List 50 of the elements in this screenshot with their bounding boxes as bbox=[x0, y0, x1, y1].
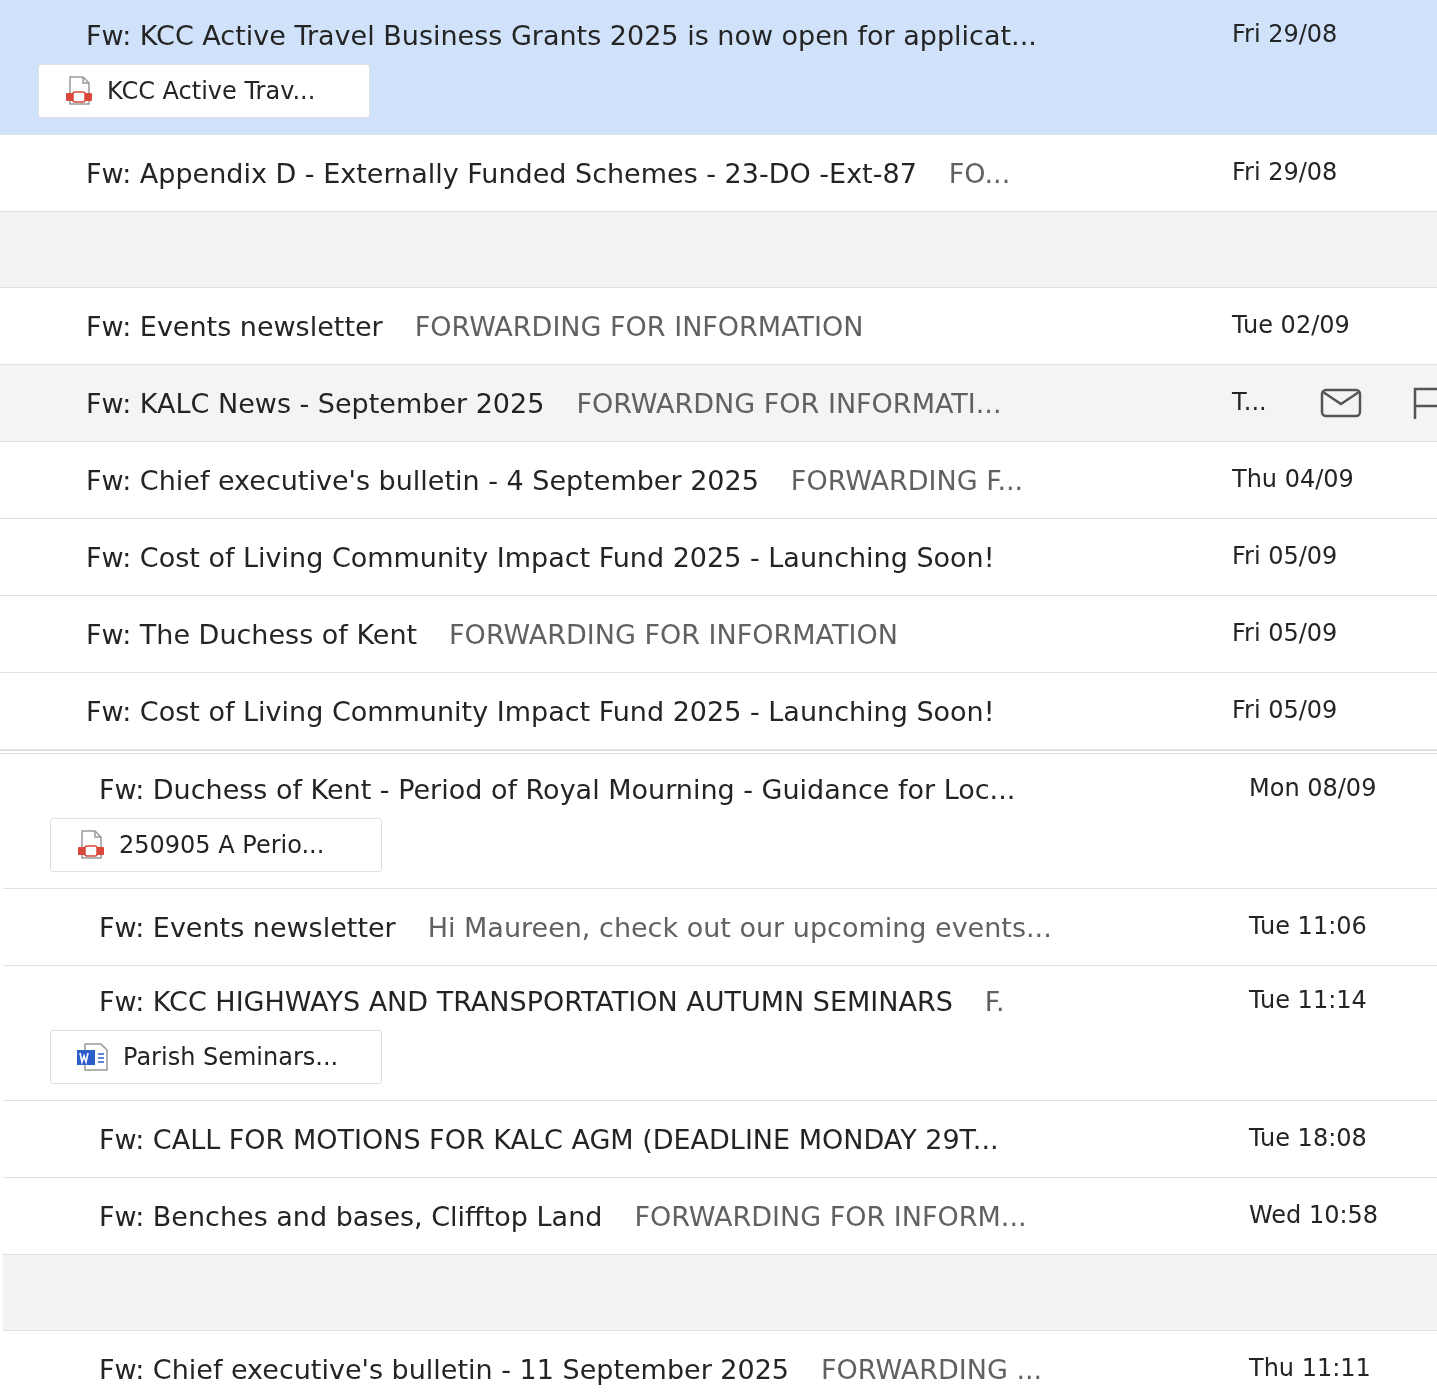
message-date: Wed 10:58 bbox=[1249, 1200, 1379, 1232]
attachment-chip[interactable]: Parish Seminars... bbox=[50, 1030, 382, 1084]
message-subject: Fw: Duchess of Kent - Period of Royal Mourning - Guidance for Loc... bbox=[99, 773, 1016, 805]
pdf-file-icon bbox=[75, 829, 107, 861]
message-preview: Hi Maureen, check out our upcoming events... bbox=[427, 911, 1052, 943]
message-preview: FORWARDING FOR INFORM... bbox=[634, 1200, 1027, 1232]
message-subject: Fw: KCC HIGHWAYS AND TRANSPORTATION AUTUMN SEMINARS bbox=[99, 985, 953, 1017]
message-subject: Fw: The Duchess of Kent bbox=[86, 618, 418, 650]
mail-icon[interactable] bbox=[1320, 388, 1362, 418]
message-subject: Fw: Cost of Living Community Impact Fund 2025 - Launching Soon! bbox=[86, 695, 995, 727]
message-date: Tue 11:06 bbox=[1249, 911, 1367, 943]
message-date: Fri 05/09 bbox=[1232, 695, 1338, 727]
attachment-chip[interactable]: 250905 A Perio... bbox=[50, 818, 382, 872]
message-preview: FORWARDING F... bbox=[790, 464, 1024, 496]
message-preview: FORWARDING ... bbox=[821, 1353, 1043, 1385]
message-date: Fri 05/09 bbox=[1232, 618, 1338, 650]
message-preview: FORWARDNG FOR INFORMATI... bbox=[576, 387, 1002, 419]
message-subject: Fw: Appendix D - Externally Funded Schemes - 23-DO -Ext-87 bbox=[86, 157, 917, 189]
flag-icon[interactable] bbox=[1412, 386, 1437, 420]
message-subject: Fw: KALC News - September 2025 bbox=[86, 387, 545, 419]
message-date: Mon 08/09 bbox=[1249, 773, 1377, 805]
message-preview: FORWARDING FOR INFORMATION bbox=[414, 310, 864, 342]
attachment-chip[interactable]: KCC Active Trav... bbox=[38, 64, 370, 118]
message-subject: Fw: Chief executive's bulletin - 11 September 2025 bbox=[99, 1353, 790, 1385]
attachment-name: Parish Seminars... bbox=[123, 1043, 339, 1071]
message-row[interactable]: Fw: KALC News - September 2025 FORWARDNG FOR INFORMATI... T... bbox=[0, 365, 1437, 442]
pdf-file-icon bbox=[63, 75, 95, 107]
message-row[interactable]: Fw: KCC Active Travel Business Grants 2025 is now open for applicat... Fri 29/08 KCC Active Trav... bbox=[0, 0, 1437, 135]
message-date: Tue 02/09 bbox=[1232, 310, 1350, 342]
message-date: Thu 04/09 bbox=[1232, 464, 1354, 496]
message-date: Tue 11:14 bbox=[1249, 985, 1367, 1017]
message-date: Thu 11:11 bbox=[1249, 1353, 1371, 1385]
message-preview: FORWARDING FOR INFORMATION bbox=[449, 618, 898, 650]
message-preview: FO... bbox=[948, 157, 1011, 189]
message-date: Fri 29/08 bbox=[1232, 19, 1338, 51]
message-subject: Fw: Benches and bases, Clifftop Land bbox=[99, 1200, 603, 1232]
message-subject: Fw: CALL FOR MOTIONS FOR KALC AGM (DEADLINE MONDAY 29T... bbox=[99, 1123, 999, 1155]
message-subject: Fw: KCC Active Travel Business Grants 2025 is now open for applicat... bbox=[86, 19, 1037, 51]
message-date: Tue 18:08 bbox=[1249, 1123, 1367, 1155]
message-subject: Fw: Events newsletter bbox=[86, 310, 383, 342]
attachment-name: 250905 A Perio... bbox=[119, 831, 325, 859]
message-date: T... bbox=[1232, 387, 1267, 419]
word-file-icon bbox=[75, 1042, 111, 1072]
message-preview: F. bbox=[984, 985, 1005, 1017]
attachment-name: KCC Active Trav... bbox=[107, 77, 316, 105]
message-subject: Fw: Cost of Living Community Impact Fund 2025 - Launching Soon! bbox=[86, 541, 995, 573]
message-subject: Fw: Chief executive's bulletin - 4 September 2025 bbox=[86, 464, 759, 496]
message-subject: Fw: Events newsletter bbox=[99, 911, 396, 943]
message-date: Fri 29/08 bbox=[1232, 157, 1338, 189]
message-date: Fri 05/09 bbox=[1232, 541, 1338, 573]
